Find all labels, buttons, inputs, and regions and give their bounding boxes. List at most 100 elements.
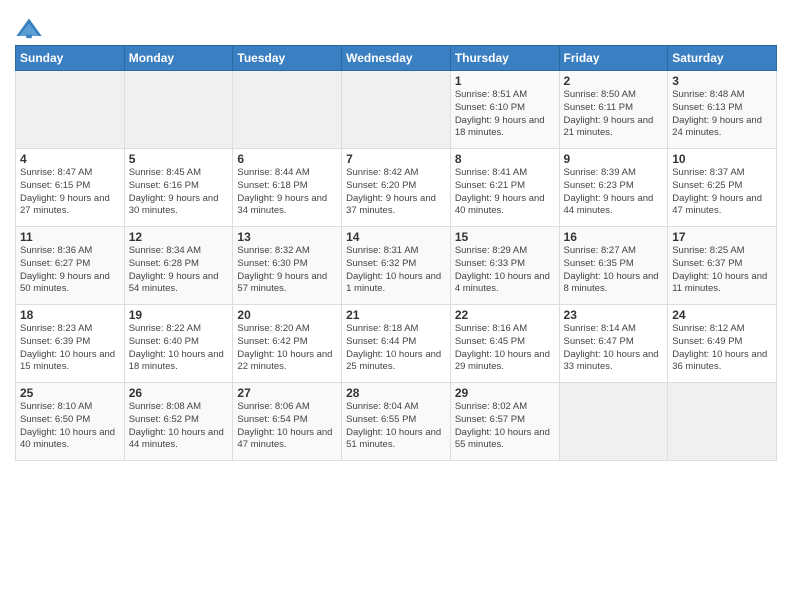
day-cell: 5Sunrise: 8:45 AM Sunset: 6:16 PM Daylig…: [124, 149, 233, 227]
day-cell: 15Sunrise: 8:29 AM Sunset: 6:33 PM Dayli…: [450, 227, 559, 305]
day-cell: 1Sunrise: 8:51 AM Sunset: 6:10 PM Daylig…: [450, 71, 559, 149]
day-number: 12: [129, 230, 229, 244]
day-info: Sunrise: 8:44 AM Sunset: 6:18 PM Dayligh…: [237, 167, 337, 218]
day-cell: 27Sunrise: 8:06 AM Sunset: 6:54 PM Dayli…: [233, 383, 342, 461]
calendar-header: SundayMondayTuesdayWednesdayThursdayFrid…: [16, 46, 777, 71]
day-cell: 7Sunrise: 8:42 AM Sunset: 6:20 PM Daylig…: [342, 149, 451, 227]
day-number: 3: [672, 74, 772, 88]
day-cell: 25Sunrise: 8:10 AM Sunset: 6:50 PM Dayli…: [16, 383, 125, 461]
day-cell: [233, 71, 342, 149]
logo: [15, 15, 47, 43]
day-number: 25: [20, 386, 120, 400]
day-number: 15: [455, 230, 555, 244]
day-number: 18: [20, 308, 120, 322]
header-cell-tuesday: Tuesday: [233, 46, 342, 71]
day-info: Sunrise: 8:50 AM Sunset: 6:11 PM Dayligh…: [564, 89, 664, 140]
day-cell: 6Sunrise: 8:44 AM Sunset: 6:18 PM Daylig…: [233, 149, 342, 227]
day-info: Sunrise: 8:41 AM Sunset: 6:21 PM Dayligh…: [455, 167, 555, 218]
day-info: Sunrise: 8:36 AM Sunset: 6:27 PM Dayligh…: [20, 245, 120, 296]
calendar-table: SundayMondayTuesdayWednesdayThursdayFrid…: [15, 45, 777, 461]
day-number: 23: [564, 308, 664, 322]
day-cell: 23Sunrise: 8:14 AM Sunset: 6:47 PM Dayli…: [559, 305, 668, 383]
day-info: Sunrise: 8:32 AM Sunset: 6:30 PM Dayligh…: [237, 245, 337, 296]
day-number: 27: [237, 386, 337, 400]
header-cell-saturday: Saturday: [668, 46, 777, 71]
day-cell: 13Sunrise: 8:32 AM Sunset: 6:30 PM Dayli…: [233, 227, 342, 305]
day-info: Sunrise: 8:42 AM Sunset: 6:20 PM Dayligh…: [346, 167, 446, 218]
day-number: 24: [672, 308, 772, 322]
day-info: Sunrise: 8:31 AM Sunset: 6:32 PM Dayligh…: [346, 245, 446, 296]
day-number: 6: [237, 152, 337, 166]
day-info: Sunrise: 8:04 AM Sunset: 6:55 PM Dayligh…: [346, 401, 446, 452]
day-cell: 22Sunrise: 8:16 AM Sunset: 6:45 PM Dayli…: [450, 305, 559, 383]
day-info: Sunrise: 8:12 AM Sunset: 6:49 PM Dayligh…: [672, 323, 772, 374]
day-number: 22: [455, 308, 555, 322]
day-info: Sunrise: 8:51 AM Sunset: 6:10 PM Dayligh…: [455, 89, 555, 140]
day-cell: 8Sunrise: 8:41 AM Sunset: 6:21 PM Daylig…: [450, 149, 559, 227]
day-info: Sunrise: 8:48 AM Sunset: 6:13 PM Dayligh…: [672, 89, 772, 140]
day-number: 21: [346, 308, 446, 322]
day-number: 20: [237, 308, 337, 322]
day-info: Sunrise: 8:18 AM Sunset: 6:44 PM Dayligh…: [346, 323, 446, 374]
day-number: 11: [20, 230, 120, 244]
week-row-0: 1Sunrise: 8:51 AM Sunset: 6:10 PM Daylig…: [16, 71, 777, 149]
day-info: Sunrise: 8:14 AM Sunset: 6:47 PM Dayligh…: [564, 323, 664, 374]
header-cell-wednesday: Wednesday: [342, 46, 451, 71]
day-cell: 3Sunrise: 8:48 AM Sunset: 6:13 PM Daylig…: [668, 71, 777, 149]
day-cell: 16Sunrise: 8:27 AM Sunset: 6:35 PM Dayli…: [559, 227, 668, 305]
header-cell-friday: Friday: [559, 46, 668, 71]
week-row-4: 25Sunrise: 8:10 AM Sunset: 6:50 PM Dayli…: [16, 383, 777, 461]
day-number: 28: [346, 386, 446, 400]
day-cell: 4Sunrise: 8:47 AM Sunset: 6:15 PM Daylig…: [16, 149, 125, 227]
day-info: Sunrise: 8:22 AM Sunset: 6:40 PM Dayligh…: [129, 323, 229, 374]
day-number: 14: [346, 230, 446, 244]
day-number: 2: [564, 74, 664, 88]
day-cell: [342, 71, 451, 149]
day-cell: 2Sunrise: 8:50 AM Sunset: 6:11 PM Daylig…: [559, 71, 668, 149]
day-info: Sunrise: 8:06 AM Sunset: 6:54 PM Dayligh…: [237, 401, 337, 452]
day-info: Sunrise: 8:02 AM Sunset: 6:57 PM Dayligh…: [455, 401, 555, 452]
day-cell: 21Sunrise: 8:18 AM Sunset: 6:44 PM Dayli…: [342, 305, 451, 383]
day-cell: [124, 71, 233, 149]
day-cell: 26Sunrise: 8:08 AM Sunset: 6:52 PM Dayli…: [124, 383, 233, 461]
day-info: Sunrise: 8:45 AM Sunset: 6:16 PM Dayligh…: [129, 167, 229, 218]
day-number: 13: [237, 230, 337, 244]
day-cell: 17Sunrise: 8:25 AM Sunset: 6:37 PM Dayli…: [668, 227, 777, 305]
day-info: Sunrise: 8:23 AM Sunset: 6:39 PM Dayligh…: [20, 323, 120, 374]
day-number: 19: [129, 308, 229, 322]
day-number: 7: [346, 152, 446, 166]
day-number: 17: [672, 230, 772, 244]
day-info: Sunrise: 8:39 AM Sunset: 6:23 PM Dayligh…: [564, 167, 664, 218]
day-cell: 10Sunrise: 8:37 AM Sunset: 6:25 PM Dayli…: [668, 149, 777, 227]
week-row-2: 11Sunrise: 8:36 AM Sunset: 6:27 PM Dayli…: [16, 227, 777, 305]
day-cell: [668, 383, 777, 461]
day-cell: 24Sunrise: 8:12 AM Sunset: 6:49 PM Dayli…: [668, 305, 777, 383]
day-info: Sunrise: 8:29 AM Sunset: 6:33 PM Dayligh…: [455, 245, 555, 296]
day-number: 8: [455, 152, 555, 166]
day-cell: 19Sunrise: 8:22 AM Sunset: 6:40 PM Dayli…: [124, 305, 233, 383]
day-number: 16: [564, 230, 664, 244]
calendar-body: 1Sunrise: 8:51 AM Sunset: 6:10 PM Daylig…: [16, 71, 777, 461]
day-number: 29: [455, 386, 555, 400]
day-cell: 29Sunrise: 8:02 AM Sunset: 6:57 PM Dayli…: [450, 383, 559, 461]
day-cell: 11Sunrise: 8:36 AM Sunset: 6:27 PM Dayli…: [16, 227, 125, 305]
logo-icon: [15, 15, 43, 43]
day-cell: 28Sunrise: 8:04 AM Sunset: 6:55 PM Dayli…: [342, 383, 451, 461]
day-info: Sunrise: 8:16 AM Sunset: 6:45 PM Dayligh…: [455, 323, 555, 374]
week-row-1: 4Sunrise: 8:47 AM Sunset: 6:15 PM Daylig…: [16, 149, 777, 227]
day-info: Sunrise: 8:25 AM Sunset: 6:37 PM Dayligh…: [672, 245, 772, 296]
day-info: Sunrise: 8:10 AM Sunset: 6:50 PM Dayligh…: [20, 401, 120, 452]
page-container: SundayMondayTuesdayWednesdayThursdayFrid…: [0, 0, 792, 466]
day-number: 9: [564, 152, 664, 166]
day-number: 1: [455, 74, 555, 88]
day-number: 26: [129, 386, 229, 400]
day-number: 5: [129, 152, 229, 166]
week-row-3: 18Sunrise: 8:23 AM Sunset: 6:39 PM Dayli…: [16, 305, 777, 383]
day-info: Sunrise: 8:27 AM Sunset: 6:35 PM Dayligh…: [564, 245, 664, 296]
header: [15, 10, 777, 43]
day-info: Sunrise: 8:08 AM Sunset: 6:52 PM Dayligh…: [129, 401, 229, 452]
day-info: Sunrise: 8:20 AM Sunset: 6:42 PM Dayligh…: [237, 323, 337, 374]
day-cell: 14Sunrise: 8:31 AM Sunset: 6:32 PM Dayli…: [342, 227, 451, 305]
header-cell-thursday: Thursday: [450, 46, 559, 71]
day-info: Sunrise: 8:34 AM Sunset: 6:28 PM Dayligh…: [129, 245, 229, 296]
